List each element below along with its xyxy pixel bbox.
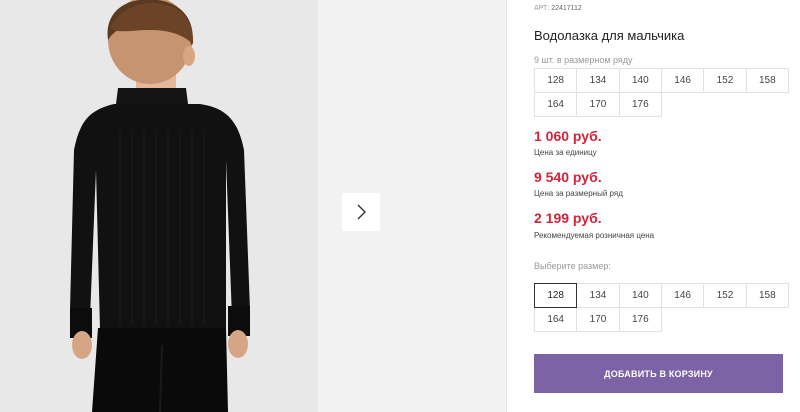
- size-option-170[interactable]: 170: [576, 307, 620, 332]
- size-selector: 128 134 140 146 152 158 164 170 176: [534, 283, 789, 332]
- size-grid-cell: 152: [703, 68, 747, 93]
- unit-price: 1 060 руб.: [534, 128, 602, 144]
- unit-price-label: Цена за единицу: [534, 148, 597, 157]
- size-option-158[interactable]: 158: [745, 283, 789, 308]
- size-grid-note: 9 шт. в размерном ряду: [534, 55, 633, 65]
- article-label: АРТ:: [534, 5, 550, 12]
- size-grid-cell: 146: [660, 68, 705, 93]
- size-grid-cell: 158: [745, 68, 789, 93]
- choose-size-label: Выберите размер:: [534, 261, 611, 271]
- size-option-164[interactable]: 164: [534, 307, 578, 332]
- size-option-152[interactable]: 152: [703, 283, 747, 308]
- size-grid-cell: 164: [534, 92, 578, 117]
- gallery-next-button[interactable]: [342, 193, 380, 231]
- size-grid-cell: 134: [576, 68, 620, 93]
- size-grid-price: 9 540 руб.: [534, 169, 602, 185]
- size-option-146[interactable]: 146: [660, 283, 705, 308]
- size-grid-cell: 140: [618, 68, 662, 93]
- size-option-176[interactable]: 176: [618, 307, 662, 332]
- divider: [506, 0, 507, 412]
- boy-in-turtleneck-illustration: [0, 0, 318, 412]
- size-option-128[interactable]: 128: [534, 283, 578, 308]
- retail-price: 2 199 руб.: [534, 210, 602, 226]
- size-grid-price-label: Цена за размерный ряд: [534, 189, 623, 198]
- size-grid-cell: 176: [618, 92, 662, 117]
- retail-price-label: Рекомендуемая розничная цена: [534, 231, 655, 240]
- size-grid-table: 128 134 140 146 152 158 164 170 176: [534, 68, 789, 117]
- product-photo[interactable]: [0, 0, 318, 412]
- size-grid-cell: 170: [576, 92, 620, 117]
- size-option-140[interactable]: 140: [618, 283, 662, 308]
- size-option-134[interactable]: 134: [576, 283, 620, 308]
- chevron-right-icon: [357, 204, 366, 220]
- product-title: Водолазка для мальчика: [534, 28, 685, 43]
- article-number: АРТ: 22417112: [534, 5, 582, 12]
- size-grid-cell: 128: [534, 68, 578, 93]
- add-to-cart-button[interactable]: ДОБАВИТЬ В КОРЗИНУ: [534, 354, 783, 393]
- article-value: 22417112: [551, 5, 582, 12]
